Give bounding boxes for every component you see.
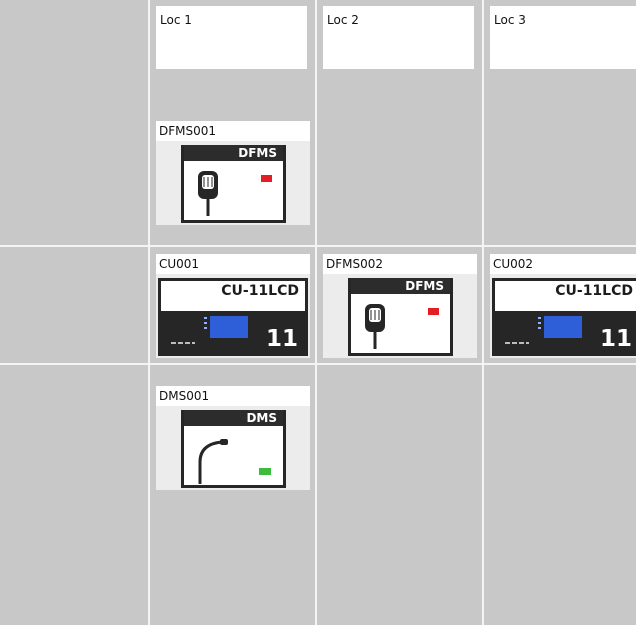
device-label-dfms002[interactable]: DFMS002 [323, 254, 477, 274]
device-type-label: DFMS [351, 278, 450, 294]
column-divider [482, 0, 484, 625]
location-label: Loc 2 [327, 13, 359, 27]
device-label-cu001[interactable]: CU001 [156, 254, 310, 274]
location-header-2[interactable]: Loc 2 [323, 6, 474, 69]
device-tile-cu001[interactable]: CU-11LCD 11 [156, 274, 310, 358]
control-unit-body: 11 [495, 311, 636, 353]
location-label: Loc 1 [160, 13, 192, 27]
device-type-label: DFMS [184, 145, 283, 161]
location-header-1[interactable]: Loc 1 [156, 6, 307, 69]
lcd-screen [544, 316, 582, 338]
unit-number: 11 [265, 326, 298, 352]
status-indicator [428, 308, 439, 315]
dms-device-card: DMS [181, 410, 286, 488]
handheld-microphone-icon [198, 171, 218, 216]
row-divider [0, 245, 636, 247]
device-model-label: CU-11LCD [221, 283, 299, 299]
dfms-device-card: DFMS [181, 145, 286, 223]
device-label-dms001[interactable]: DMS001 [156, 386, 310, 406]
led-dots [204, 317, 207, 331]
column-divider [315, 0, 317, 625]
control-unit-icon: CU-11LCD 11 [492, 278, 636, 356]
dash-marks [171, 342, 195, 344]
control-unit-icon: CU-11LCD 11 [158, 278, 308, 356]
handheld-microphone-icon [365, 304, 385, 349]
row-divider [0, 363, 636, 365]
device-label-dfms001[interactable]: DFMS001 [156, 121, 310, 141]
dash-marks [505, 342, 529, 344]
status-indicator [261, 175, 272, 182]
device-tile-dfms001[interactable]: DFMS [156, 141, 310, 225]
device-tile-dms001[interactable]: DMS [156, 406, 310, 490]
unit-number: 11 [599, 326, 632, 352]
led-dots [538, 317, 541, 331]
lcd-screen [210, 316, 248, 338]
gooseneck-microphone-icon [198, 439, 228, 484]
column-divider [148, 0, 150, 625]
location-label: Loc 3 [494, 13, 526, 27]
control-unit-body: 11 [161, 311, 305, 353]
device-label-cu002[interactable]: CU002 [490, 254, 636, 274]
device-type-label: DMS [184, 410, 283, 426]
device-model-label: CU-11LCD [555, 283, 633, 299]
location-header-3[interactable]: Loc 3 [490, 6, 636, 69]
status-indicator [259, 468, 271, 475]
device-tile-dfms002[interactable]: DFMS [323, 274, 477, 358]
dfms-device-card: DFMS [348, 278, 453, 356]
device-tile-cu002[interactable]: CU-11LCD 11 [490, 274, 636, 358]
